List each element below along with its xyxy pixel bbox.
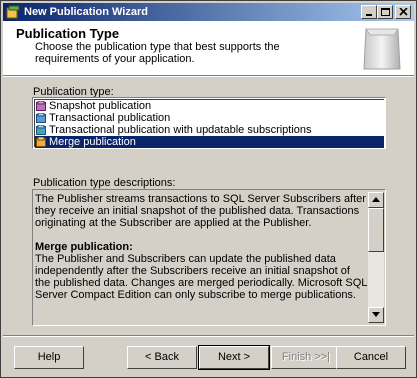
maximize-icon	[381, 8, 390, 16]
list-item-transactional[interactable]: Transactional publication	[35, 112, 384, 124]
list-item-transactional-updatable[interactable]: Transactional publication with updatable…	[35, 124, 384, 136]
minimize-icon	[366, 14, 372, 16]
list-item-label: Transactional publication with updatable…	[49, 124, 312, 136]
footer-divider	[3, 335, 414, 337]
finish-button[interactable]: Finish >>|	[271, 346, 341, 369]
list-item-merge[interactable]: Merge publication	[35, 136, 384, 148]
wizard-header: Publication Type Choose the publication …	[3, 21, 414, 75]
updatable-publication-icon	[36, 125, 46, 135]
back-button[interactable]: < Back	[127, 346, 197, 369]
merge-heading: Merge publication:	[35, 241, 133, 253]
arrow-down-icon	[372, 312, 380, 317]
description-text: The Publisher streams transactions to SQ…	[35, 193, 368, 301]
wizard-window: New Publication Wizard Publication Type …	[0, 0, 417, 378]
close-button[interactable]	[395, 5, 411, 19]
description-scrollbar[interactable]	[368, 192, 384, 323]
transactional-publication-icon	[36, 113, 46, 123]
scroll-down-button[interactable]	[368, 307, 384, 323]
descriptions-label: Publication type descriptions:	[33, 177, 176, 189]
wizard-app-icon	[6, 5, 20, 19]
help-button[interactable]: Help	[14, 346, 84, 369]
page-title: Publication Type	[16, 26, 120, 41]
window-title: New Publication Wizard	[24, 6, 148, 18]
maximize-button[interactable]	[377, 5, 393, 19]
description-box[interactable]: The Publisher streams transactions to SQ…	[32, 189, 386, 326]
scroll-thumb[interactable]	[368, 208, 384, 252]
description-intro: The Publisher streams transactions to SQ…	[35, 193, 366, 229]
merge-description: The Publisher and Subscribers can update…	[35, 253, 368, 301]
minimize-button[interactable]	[361, 5, 377, 19]
arrow-up-icon	[372, 197, 380, 202]
close-icon	[399, 8, 408, 16]
snapshot-publication-icon	[36, 101, 46, 111]
merge-publication-icon	[36, 137, 46, 147]
next-button[interactable]: Next >	[198, 345, 270, 370]
list-item-label: Snapshot publication	[49, 100, 152, 112]
title-bar[interactable]: New Publication Wizard	[3, 3, 414, 21]
scroll-up-button[interactable]	[368, 192, 384, 208]
page-description: Choose the publication type that best su…	[35, 41, 280, 65]
list-item-label: Transactional publication	[49, 112, 171, 124]
list-item-label: Merge publication	[49, 136, 136, 148]
publication-type-list[interactable]: Snapshot publication Transactional publi…	[32, 97, 386, 149]
server-graphic-icon	[363, 28, 401, 70]
cancel-button[interactable]: Cancel	[336, 346, 406, 369]
list-item-snapshot[interactable]: Snapshot publication	[35, 100, 384, 112]
header-divider	[3, 75, 414, 77]
